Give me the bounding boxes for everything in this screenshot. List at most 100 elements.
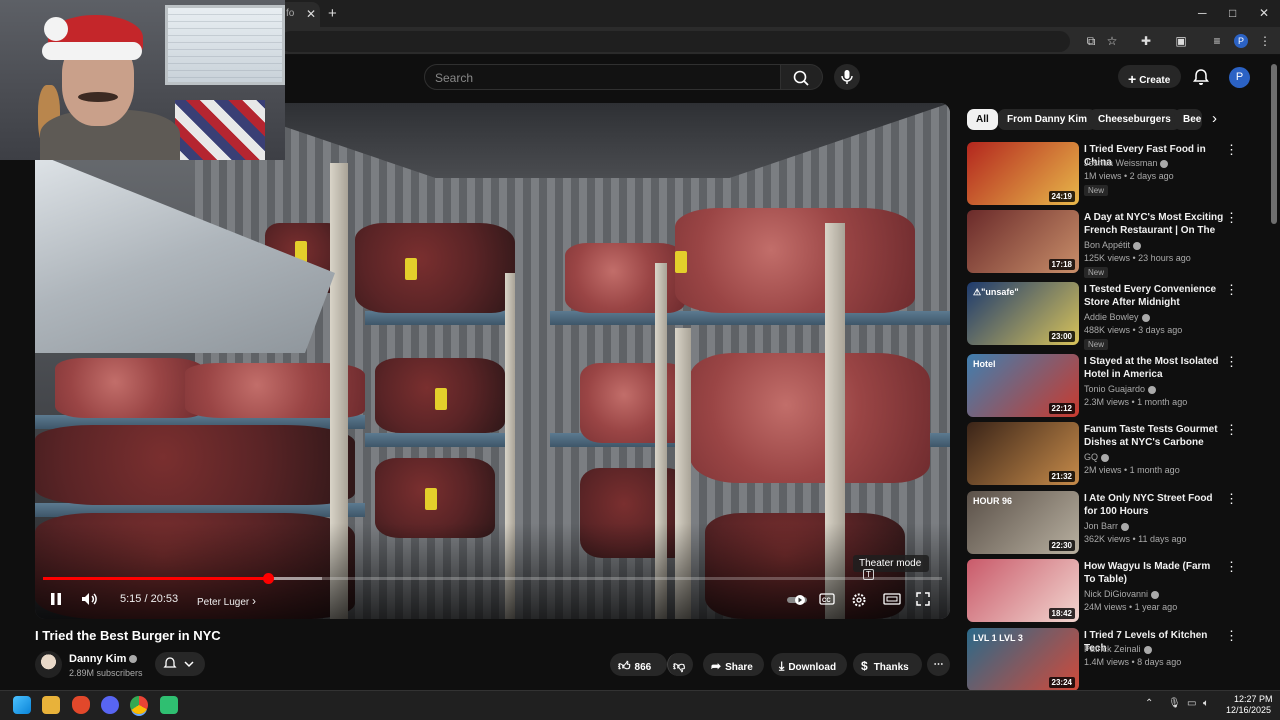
chip-bee[interactable]: Bee <box>1174 109 1202 130</box>
recommendation-card[interactable]: 21:32 Fanum Taste Tests Gourmet Dishes at… <box>967 422 1267 488</box>
app-icon[interactable] <box>160 696 178 714</box>
taskbar-date[interactable]: 12/16/2025 <box>1226 705 1271 715</box>
recommendation-title[interactable]: I Tested Every Convenience Store After M… <box>1084 283 1224 309</box>
more-actions-button[interactable]: ⋯ <box>927 653 950 676</box>
recommendation-channel[interactable]: Addie Bowley <box>1084 312 1150 322</box>
chrome-icon[interactable] <box>130 696 148 714</box>
share-button[interactable]: ➦ Share <box>703 653 764 676</box>
video-thumbnail[interactable]: Hotel 22:12 <box>967 354 1079 417</box>
like-button[interactable]: 👍︎ 866 <box>610 653 667 676</box>
chevron-right-icon[interactable]: › <box>1212 110 1217 127</box>
download-button[interactable]: ⤓ Download <box>771 653 847 676</box>
channel-avatar[interactable] <box>35 651 62 678</box>
recommendation-card[interactable]: Hotel 22:12 I Stayed at the Most Isolated … <box>967 354 1267 420</box>
account-avatar[interactable]: P <box>1229 67 1250 88</box>
recommendation-card[interactable]: 24:19 I Tried Every Fast Food in China Jos… <box>967 142 1267 208</box>
split-view-icon[interactable]: ▣ <box>1174 34 1188 48</box>
tray-overflow-icon[interactable]: ⌃ <box>1145 698 1153 709</box>
channel-name[interactable]: Danny Kim <box>69 653 138 665</box>
recommendation-title[interactable]: A Day at NYC's Most Exciting French Rest… <box>1084 211 1224 238</box>
fullscreen-button[interactable] <box>916 592 930 609</box>
more-options-icon[interactable]: ⋮ <box>1225 559 1238 575</box>
network-icon[interactable]: ▭ <box>1187 698 1196 709</box>
browser-menu-icon[interactable]: ⋮ <box>1258 34 1272 48</box>
windows-start-icon[interactable] <box>13 696 31 714</box>
search-input[interactable]: Search <box>424 64 781 90</box>
new-tab-button[interactable]: + <box>328 5 337 22</box>
extensions-icon[interactable]: ✚ <box>1139 34 1153 48</box>
video-thumbnail[interactable]: ⚠"unsafe" 23:00 <box>967 282 1079 345</box>
speaker-icon[interactable]: 🔈︎ <box>1203 698 1209 709</box>
scrollbar-thumb[interactable] <box>1271 64 1277 224</box>
recommendation-title[interactable]: Fanum Taste Tests Gourmet Dishes at NYC'… <box>1084 423 1224 450</box>
video-player[interactable]: Theater modeT 5:15 / 20:53 Peter Luger ›… <box>35 103 950 619</box>
video-thumbnail[interactable]: 17:18 <box>967 210 1079 273</box>
recommendation-channel[interactable]: Patrick Zeinali <box>1084 644 1152 654</box>
recommendation-title[interactable]: How Wagyu Is Made (Farm To Table) <box>1084 560 1224 586</box>
captions-button[interactable]: CC <box>819 592 835 609</box>
more-options-icon[interactable]: ⋮ <box>1225 142 1238 158</box>
verified-icon <box>1143 645 1152 654</box>
chip-from-danny-kim[interactable]: From Danny Kim <box>998 109 1097 130</box>
thanks-button[interactable]: $ Thanks <box>853 653 922 676</box>
scrubber-handle[interactable] <box>262 573 274 584</box>
recommendation-card[interactable]: ⚠"unsafe" 23:00 I Tested Every Convenience… <box>967 282 1267 350</box>
more-options-icon[interactable]: ⋮ <box>1225 491 1238 507</box>
search-button[interactable] <box>781 64 823 90</box>
share-icon: ➦ <box>711 659 722 673</box>
recommendation-channel[interactable]: Jon Barr <box>1084 521 1130 531</box>
brave-browser-icon[interactable] <box>72 696 90 714</box>
video-thumbnail[interactable]: 24:19 <box>967 142 1079 205</box>
recommendation-title[interactable]: I Stayed at the Most Isolated Hotel in A… <box>1084 355 1224 381</box>
more-options-icon[interactable]: ⋮ <box>1225 422 1238 438</box>
minimize-button[interactable]: ─ <box>1198 6 1207 20</box>
media-controls-icon[interactable]: ≡ <box>1210 34 1224 48</box>
progress-bar[interactable] <box>43 573 942 584</box>
taskbar-clock[interactable]: 12:27 PM <box>1234 694 1273 704</box>
chapter-button[interactable]: Peter Luger › <box>197 594 256 608</box>
video-thumbnail[interactable]: 18:42 <box>967 559 1079 622</box>
browser-profile-avatar[interactable]: P <box>1234 34 1248 48</box>
install-app-icon[interactable]: ⧉ <box>1084 34 1098 48</box>
voice-search-button[interactable] <box>834 64 860 90</box>
recommendation-card[interactable]: LVL 1 LVL 3 23:24 I Tried 7 Levels of Kitc… <box>967 628 1267 694</box>
recommendation-channel[interactable]: Tonio Guajardo <box>1084 384 1157 394</box>
recommendation-title[interactable]: I Ate Only NYC Street Food for 100 Hours <box>1084 492 1224 518</box>
recommendation-card[interactable]: 18:42 How Wagyu Is Made (Farm To Table) Ni… <box>967 559 1267 625</box>
recommendation-channel[interactable]: Bon Appétit <box>1084 240 1142 250</box>
video-thumbnail[interactable]: 21:32 <box>967 422 1079 485</box>
mic-icon <box>841 70 853 84</box>
bookmark-star-icon[interactable]: ☆ <box>1105 34 1119 48</box>
discord-icon[interactable] <box>101 696 119 714</box>
video-thumbnail[interactable]: LVL 1 LVL 3 23:24 <box>967 628 1079 691</box>
more-options-icon[interactable]: ⋮ <box>1225 628 1238 644</box>
microphone-tray-icon[interactable]: 🎙︎ <box>1168 698 1181 709</box>
recommendation-channel[interactable]: Joshua Weissman <box>1084 158 1169 168</box>
video-thumbnail[interactable]: HOUR 96 22:30 <box>967 491 1079 554</box>
subscription-bell-button[interactable] <box>155 652 205 676</box>
chip-all[interactable]: All <box>967 109 998 130</box>
recommendation-channel[interactable]: Nick DiGiovanni <box>1084 589 1160 599</box>
file-explorer-icon[interactable] <box>42 696 60 714</box>
more-options-icon[interactable]: ⋮ <box>1225 282 1238 298</box>
close-tab-icon[interactable]: ✕ <box>306 7 316 21</box>
recommendation-channel[interactable]: GQ <box>1084 452 1110 462</box>
meat-cut <box>35 425 355 505</box>
volume-button[interactable] <box>81 592 99 609</box>
recommendation-card[interactable]: 17:18 A Day at NYC's Most Exciting French… <box>967 210 1267 278</box>
chip-cheeseburgers[interactable]: Cheeseburgers <box>1089 109 1180 130</box>
new-badge: New <box>1084 185 1109 196</box>
notifications-button[interactable] <box>1190 66 1212 88</box>
address-field[interactable] <box>280 31 1070 52</box>
more-options-icon[interactable]: ⋮ <box>1225 354 1238 370</box>
settings-button[interactable] <box>851 592 867 611</box>
pause-button[interactable] <box>49 592 63 609</box>
theater-mode-button[interactable] <box>883 592 901 609</box>
autoplay-toggle[interactable] <box>787 594 809 609</box>
maximize-button[interactable]: □ <box>1229 6 1236 20</box>
recommendation-card[interactable]: HOUR 96 22:30 I Ate Only NYC Street Food f… <box>967 491 1267 557</box>
more-options-icon[interactable]: ⋮ <box>1225 210 1238 226</box>
close-window-button[interactable]: ✕ <box>1259 6 1269 20</box>
dislike-button[interactable]: 👎︎ <box>667 653 693 676</box>
create-button[interactable]: + Create <box>1118 65 1181 88</box>
